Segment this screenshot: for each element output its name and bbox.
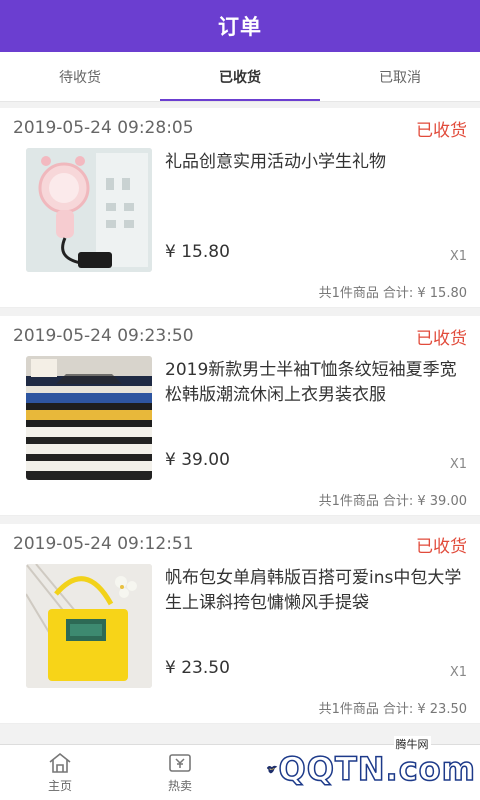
order-card[interactable]: 2019-05-24 09:23:50 已收货 2019新款男士半袖T恤条纹短袖… (0, 316, 480, 516)
usb-fan-product-icon[interactable] (26, 148, 152, 272)
home-icon (49, 752, 71, 773)
order-time: 2019-05-24 09:28:05 (13, 118, 194, 138)
product-quantity: X1 (449, 249, 467, 264)
striped-tshirts-product-icon[interactable] (26, 356, 152, 480)
nav-hot-sale[interactable]: 热卖 (120, 745, 240, 800)
order-card[interactable]: 2019-05-24 09:12:51 已收货 帆布包女单肩韩版百搭可爱ins中… (0, 524, 480, 724)
order-list[interactable]: 2019-05-24 09:28:05 已收货 礼品创意实用活动小学生礼物 ¥ … (0, 102, 480, 744)
order-header: 2019-05-24 09:28:05 已收货 (0, 108, 480, 148)
page-title: 订单 (218, 15, 262, 39)
product-quantity: X1 (449, 457, 467, 472)
order-info: 2019新款男士半袖T恤条纹短袖夏季宽松韩版潮流休闲上衣男装衣服 ¥ 39.00… (152, 356, 467, 484)
order-card[interactable]: 2019-05-24 09:28:05 已收货 礼品创意实用活动小学生礼物 ¥ … (0, 108, 480, 308)
watermark-en: QQTN.com (278, 749, 476, 789)
order-header: 2019-05-24 09:12:51 已收货 (0, 524, 480, 564)
app-root: 订单 待收货 已收货 已取消 2019-05-24 09:28:05 已收货 礼… (0, 0, 480, 800)
product-price: ¥ 23.50 (165, 658, 230, 678)
order-item[interactable]: 礼品创意实用活动小学生礼物 ¥ 15.80 X1 (0, 148, 480, 276)
order-header: 2019-05-24 09:23:50 已收货 (0, 316, 480, 356)
order-info: 帆布包女单肩韩版百搭可爱ins中包大学生上课斜挎包慵懒风手提袋 ¥ 23.50 … (152, 564, 467, 692)
nav-home[interactable]: 主页 (0, 745, 120, 800)
product-name[interactable]: 帆布包女单肩韩版百搭可爱ins中包大学生上课斜挎包慵懒风手提袋 (165, 566, 467, 616)
order-item[interactable]: 2019新款男士半袖T恤条纹短袖夏季宽松韩版潮流休闲上衣男装衣服 ¥ 39.00… (0, 356, 480, 484)
product-name[interactable]: 礼品创意实用活动小学生礼物 (165, 150, 467, 175)
order-status: 已收货 (416, 120, 467, 141)
product-quantity: X1 (449, 665, 467, 680)
product-name[interactable]: 2019新款男士半袖T恤条纹短袖夏季宽松韩版潮流休闲上衣男装衣服 (165, 358, 467, 408)
summary-count: 共1件商品 (318, 494, 379, 509)
order-item[interactable]: 帆布包女单肩韩版百搭可爱ins中包大学生上课斜挎包慵懒风手提袋 ¥ 23.50 … (0, 564, 480, 692)
watermark: 腾牛网 QQTN.com (266, 736, 476, 798)
order-time: 2019-05-24 09:23:50 (13, 326, 194, 346)
summary-total: 合计: ¥ 39.00 (382, 494, 467, 509)
summary-total: 合计: ¥ 15.80 (382, 286, 467, 301)
nav-hot-sale-label: 热卖 (167, 779, 192, 793)
product-price: ¥ 15.80 (165, 242, 230, 262)
tab-received[interactable]: 已收货 (160, 52, 320, 101)
order-summary: 共1件商品 合计: ¥ 15.80 (0, 276, 480, 308)
tab-cancelled[interactable]: 已取消 (320, 52, 480, 101)
ox-logo-icon (266, 765, 278, 774)
nav-home-label: 主页 (47, 779, 72, 793)
order-summary: 共1件商品 合计: ¥ 39.00 (0, 484, 480, 516)
hot-sale-icon (169, 754, 191, 772)
order-time: 2019-05-24 09:12:51 (13, 534, 194, 554)
tab-pending[interactable]: 待收货 (0, 52, 160, 101)
order-status: 已收货 (416, 536, 467, 557)
yellow-bag-product-icon[interactable] (26, 564, 152, 688)
order-summary: 共1件商品 合计: ¥ 23.50 (0, 692, 480, 724)
header-bar: 订单 (0, 0, 480, 52)
watermark-cn: 腾牛网 (393, 736, 431, 752)
summary-count: 共1件商品 (318, 286, 379, 301)
product-price: ¥ 39.00 (165, 450, 230, 470)
summary-count: 共1件商品 (318, 702, 379, 717)
watermark-text: 腾牛网 QQTN.com (278, 736, 476, 789)
order-info: 礼品创意实用活动小学生礼物 ¥ 15.80 X1 (152, 148, 467, 276)
summary-total: 合计: ¥ 23.50 (382, 702, 467, 717)
order-status: 已收货 (416, 328, 467, 349)
order-tabs: 待收货 已收货 已取消 (0, 52, 480, 102)
